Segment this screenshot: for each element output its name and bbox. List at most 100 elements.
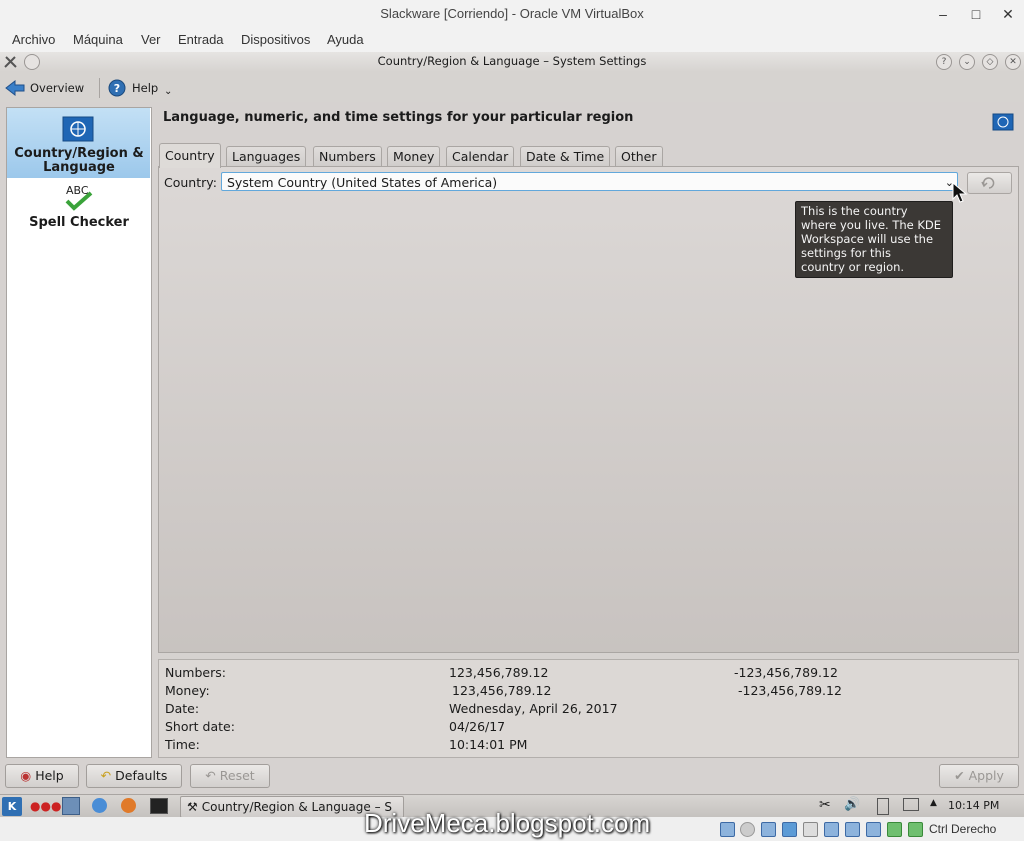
date-label: Date: (165, 701, 200, 716)
menu-entrada[interactable]: Entrada (178, 32, 224, 47)
minimize-icon[interactable]: – (928, 0, 958, 28)
help-menu-button[interactable]: ? Help ⌄ (108, 77, 172, 99)
svg-text:?: ? (114, 82, 120, 95)
help-button-label: Help (35, 768, 64, 783)
close-window-icon[interactable]: ✕ (1005, 54, 1021, 70)
tab-numbers[interactable]: Numbers (313, 146, 382, 167)
apply-button[interactable]: ✔ Apply (939, 764, 1019, 788)
sidebar-item-spell-checker[interactable]: ABC Spell Checker (7, 182, 150, 232)
close-icon[interactable]: ✕ (993, 0, 1023, 28)
video-capture-icon[interactable] (866, 822, 881, 837)
file-manager-icon[interactable] (62, 797, 80, 815)
chevron-down-icon: ⌄ (164, 86, 173, 97)
tray-expand-icon[interactable]: ▲ (930, 798, 937, 808)
reset-button-label: Reset (219, 768, 255, 783)
tools-icon[interactable] (3, 54, 18, 69)
maximize-window-icon[interactable]: ◇ (982, 54, 998, 70)
firefox-icon[interactable] (121, 798, 136, 813)
cpu-icon[interactable] (887, 822, 902, 837)
overview-button[interactable]: Overview (5, 77, 84, 99)
clock[interactable]: 10:14 PM (948, 799, 999, 812)
tools-icon: ⚒ (187, 800, 198, 814)
tab-country[interactable]: Country (159, 143, 221, 168)
time-value: 10:14:01 PM (449, 737, 528, 752)
overview-label: Overview (30, 81, 85, 95)
toolbar-separator (99, 78, 100, 98)
country-select-value: System Country (United States of America… (227, 175, 498, 190)
menu-maquina[interactable]: Máquina (73, 32, 123, 47)
sidebar-item-country-region[interactable]: Country/Region & Language (7, 108, 150, 178)
money-value: 123,456,789.12 (452, 683, 552, 698)
toolbar: Overview ? Help ⌄ (0, 72, 1024, 102)
menu-dispositivos[interactable]: Dispositivos (241, 32, 310, 47)
sidebar-item-label: Spell Checker (29, 215, 129, 230)
window-titlebar: Country/Region & Language – System Setti… (0, 52, 1024, 72)
window-menu-icon[interactable] (24, 54, 40, 70)
menu-archivo[interactable]: Archivo (12, 32, 55, 47)
menu-ayuda[interactable]: Ayuda (327, 32, 364, 47)
tab-money[interactable]: Money (387, 146, 441, 167)
clipboard-scissors-icon[interactable]: ✂ (819, 797, 831, 813)
short-date-label: Short date: (165, 719, 235, 734)
locale-summary: Numbers: 123,456,789.12 -123,456,789.12 … (158, 659, 1019, 758)
tab-calendar[interactable]: Calendar (446, 146, 515, 167)
activities-icon[interactable]: ●●● (30, 799, 61, 813)
country-select[interactable]: System Country (United States of America… (221, 172, 958, 191)
svg-text:ABC: ABC (66, 184, 89, 197)
shared-folders-icon[interactable] (824, 822, 839, 837)
tab-languages[interactable]: Languages (226, 146, 307, 167)
display-icon[interactable] (845, 822, 860, 837)
spell-check-icon: ABC (65, 184, 93, 211)
money-negative-value: -123,456,789.12 (738, 683, 842, 698)
apply-button-label: Apply (968, 768, 1004, 783)
defaults-icon: ↶ (100, 768, 112, 783)
mouse-cursor-icon (952, 182, 968, 203)
page-title: Language, numeric, and time settings for… (163, 110, 634, 125)
hard-disk-icon[interactable] (720, 822, 735, 837)
menu-ver[interactable]: Ver (141, 32, 161, 47)
terminal-icon[interactable] (150, 798, 168, 814)
maximize-icon[interactable]: □ (961, 0, 991, 28)
browser-icon[interactable] (92, 798, 107, 813)
kde-menu-icon[interactable]: K (2, 797, 22, 816)
undo-icon (981, 177, 995, 189)
volume-icon[interactable]: 🔊 (844, 797, 860, 812)
sidebar-item-label: Country/Region & Language (14, 146, 144, 175)
optical-drive-icon[interactable] (740, 822, 755, 837)
country-tooltip: This is the country where you live. The … (795, 201, 953, 278)
defaults-button-label: Defaults (115, 768, 168, 783)
host-window-titlebar: Slackware [Corriendo] - Oracle VM Virtua… (0, 0, 1024, 28)
help-label: Help (132, 81, 159, 95)
help-lifebuoy-icon: ◉ (20, 768, 32, 783)
host-menubar: Archivo Máquina Ver Entrada Dispositivos… (0, 28, 1024, 53)
reset-country-button[interactable] (967, 172, 1012, 194)
help-button[interactable]: ◉ Help (5, 764, 79, 788)
mouse-integration-icon[interactable] (908, 822, 923, 837)
country-label: Country: (164, 175, 217, 190)
tab-date-time[interactable]: Date & Time (520, 146, 611, 167)
host-key-label: Ctrl Derecho (929, 822, 997, 836)
defaults-button[interactable]: ↶ Defaults (86, 764, 182, 788)
un-flag-icon (62, 116, 94, 142)
network-adapter-icon[interactable] (782, 822, 797, 837)
help-titlebar-icon[interactable]: ? (936, 54, 952, 70)
numbers-value: 123,456,789.12 (449, 665, 549, 680)
host-window-title: Slackware [Corriendo] - Oracle VM Virtua… (380, 6, 644, 21)
network-icon[interactable] (903, 798, 919, 811)
usb-icon[interactable] (803, 822, 818, 837)
time-label: Time: (165, 737, 200, 752)
checkmark-icon: ✔ (954, 768, 965, 783)
numbers-negative-value: -123,456,789.12 (734, 665, 838, 680)
date-value: Wednesday, April 26, 2017 (449, 701, 618, 716)
un-flag-small-icon (992, 113, 1014, 131)
audio-icon[interactable] (761, 822, 776, 837)
reset-icon: ↶ (205, 768, 216, 783)
reset-button[interactable]: ↶ Reset (190, 764, 270, 788)
numbers-label: Numbers: (165, 665, 226, 680)
money-label: Money: (165, 683, 210, 698)
watermark: DriveMeca.blogspot.com (364, 808, 651, 838)
minimize-window-icon[interactable]: ⌄ (959, 54, 975, 70)
tab-other[interactable]: Other (615, 146, 663, 167)
short-date-value: 04/26/17 (449, 719, 506, 734)
battery-icon[interactable] (877, 798, 889, 815)
